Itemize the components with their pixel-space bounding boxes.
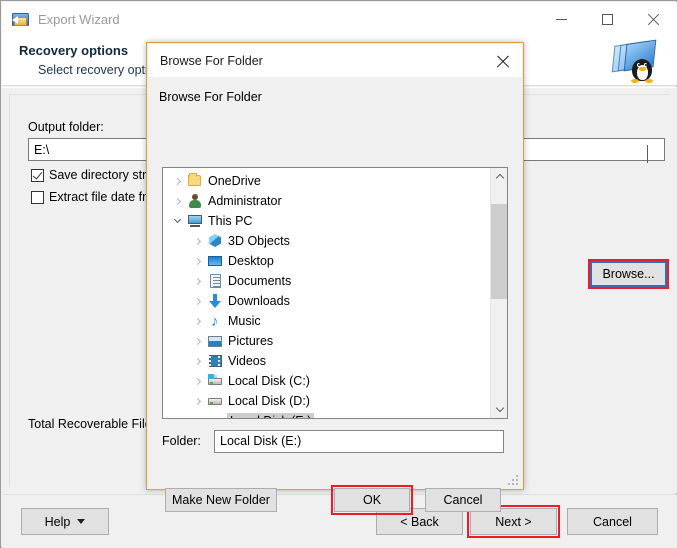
tree-item-label: Local Disk (E:) bbox=[227, 413, 315, 418]
disk-icon bbox=[206, 393, 224, 409]
tree-item-label: Downloads bbox=[228, 294, 290, 308]
chevron-right-icon[interactable] bbox=[189, 237, 206, 245]
dialog-title: Browse For Folder bbox=[160, 53, 263, 68]
linux-penguin-books-logo bbox=[603, 39, 665, 87]
maximize-icon bbox=[601, 13, 613, 25]
chevron-right-icon[interactable] bbox=[189, 377, 206, 385]
output-folder-label: Output folder: bbox=[28, 120, 104, 134]
system-disk-icon bbox=[206, 373, 224, 389]
chevron-right-icon[interactable] bbox=[189, 397, 206, 405]
folder-icon bbox=[186, 173, 204, 189]
documents-icon bbox=[206, 273, 224, 289]
tree-item-label: Local Disk (D:) bbox=[228, 394, 310, 408]
chevron-right-icon[interactable] bbox=[169, 177, 186, 185]
scrollbar-thumb[interactable] bbox=[491, 204, 507, 299]
tree-item-label: Administrator bbox=[208, 194, 282, 208]
close-icon bbox=[496, 54, 510, 68]
tree-item-label: Videos bbox=[228, 354, 266, 368]
tree-item[interactable]: Local Disk (D:) bbox=[163, 391, 492, 411]
tree-item[interactable]: Local Disk (C:) bbox=[163, 371, 492, 391]
scroll-up-button[interactable] bbox=[491, 168, 507, 185]
dialog-body: Browse For Folder OneDrive Administrator T… bbox=[148, 77, 522, 515]
chevron-right-icon[interactable] bbox=[189, 317, 206, 325]
checkbox-checked-icon bbox=[31, 168, 44, 182]
chevron-up-icon bbox=[495, 173, 504, 183]
folder-field-row: Folder: Local Disk (E:) bbox=[162, 429, 508, 453]
make-new-folder-button[interactable]: Make New Folder bbox=[165, 488, 277, 512]
dialog-prompt: Browse For Folder bbox=[159, 90, 262, 104]
ok-button-highlight bbox=[331, 485, 413, 515]
folder-tree-list: OneDrive Administrator This PC 3D Objects De… bbox=[163, 168, 492, 418]
computer-icon bbox=[186, 213, 204, 229]
tree-item[interactable]: Desktop bbox=[163, 251, 492, 271]
tree-item[interactable]: ♪ Music bbox=[163, 311, 492, 331]
close-button[interactable] bbox=[630, 3, 676, 35]
disk-icon bbox=[206, 413, 224, 418]
pictures-icon bbox=[206, 333, 224, 349]
browse-for-folder-dialog: Browse For Folder Browse For Folder OneD… bbox=[146, 42, 524, 515]
close-icon bbox=[647, 13, 660, 26]
tree-item[interactable]: Administrator bbox=[163, 191, 492, 211]
chevron-right-icon[interactable] bbox=[193, 417, 202, 418]
page-title: Recovery options bbox=[19, 43, 129, 58]
minimize-button[interactable] bbox=[538, 3, 584, 35]
maximize-button[interactable] bbox=[584, 3, 630, 35]
checkbox-unchecked-icon bbox=[31, 190, 44, 204]
tree-item-label: Local Disk (C:) bbox=[228, 374, 310, 388]
chevron-right-icon[interactable] bbox=[169, 197, 186, 205]
dialog-close-button[interactable] bbox=[490, 49, 516, 73]
tree-scrollbar[interactable] bbox=[490, 168, 507, 418]
downloads-icon bbox=[206, 293, 224, 309]
output-folder-value: E:\ bbox=[34, 142, 50, 157]
folder-input-value: Local Disk (E:) bbox=[220, 434, 302, 448]
dialog-titlebar: Browse For Folder bbox=[148, 44, 522, 77]
tree-item[interactable]: Downloads bbox=[163, 291, 492, 311]
window-title: Export Wizard bbox=[38, 11, 120, 27]
music-icon: ♪ bbox=[211, 313, 219, 330]
tree-item-label: Documents bbox=[228, 274, 292, 288]
total-recoverable-files-label: Total Recoverable Files: 4: bbox=[28, 417, 158, 431]
tree-item[interactable]: 3D Objects bbox=[163, 231, 492, 251]
dialog-cancel-button[interactable]: Cancel bbox=[425, 488, 501, 512]
folder-input[interactable]: Local Disk (E:) bbox=[214, 429, 504, 453]
tree-item-label: Pictures bbox=[228, 334, 274, 348]
chevron-down-icon bbox=[495, 403, 504, 413]
tree-item-label: This PC bbox=[208, 214, 253, 228]
tree-item-label: Desktop bbox=[228, 254, 274, 268]
folder-label: Folder: bbox=[162, 434, 201, 448]
minimize-icon bbox=[555, 18, 567, 20]
resize-grip-icon[interactable] bbox=[508, 475, 518, 485]
help-button-label: Help bbox=[44, 514, 71, 529]
chevron-down-icon[interactable] bbox=[169, 215, 186, 225]
chevron-right-icon[interactable] bbox=[189, 277, 206, 285]
chevron-down-icon bbox=[77, 519, 86, 524]
tree-item[interactable]: Local Disk (E:) bbox=[163, 411, 492, 418]
export-wizard-icon bbox=[12, 10, 30, 28]
chevron-right-icon[interactable] bbox=[189, 337, 206, 345]
browse-button-highlight bbox=[588, 259, 669, 289]
tree-item[interactable]: This PC bbox=[163, 211, 492, 231]
3d-objects-icon bbox=[206, 233, 224, 249]
tree-item-label: Music bbox=[228, 314, 261, 328]
window-titlebar: Export Wizard bbox=[2, 2, 677, 36]
chevron-down-icon bbox=[647, 145, 657, 163]
help-button[interactable]: Help bbox=[21, 508, 109, 535]
user-icon bbox=[186, 193, 204, 209]
tree-item-label: OneDrive bbox=[208, 174, 261, 188]
tree-item[interactable]: Pictures bbox=[163, 331, 492, 351]
chevron-right-icon[interactable] bbox=[189, 357, 206, 365]
tree-item[interactable]: OneDrive bbox=[163, 171, 492, 191]
cancel-button[interactable]: Cancel bbox=[567, 508, 658, 535]
folder-tree[interactable]: OneDrive Administrator This PC 3D Objects De… bbox=[162, 167, 508, 419]
tree-item[interactable]: Documents bbox=[163, 271, 492, 291]
tree-item-label: 3D Objects bbox=[228, 234, 290, 248]
videos-icon bbox=[206, 353, 224, 369]
chevron-right-icon[interactable] bbox=[189, 257, 206, 265]
desktop-icon bbox=[206, 253, 224, 269]
scroll-down-button[interactable] bbox=[491, 401, 507, 418]
chevron-right-icon[interactable] bbox=[189, 297, 206, 305]
tree-item[interactable]: Videos bbox=[163, 351, 492, 371]
